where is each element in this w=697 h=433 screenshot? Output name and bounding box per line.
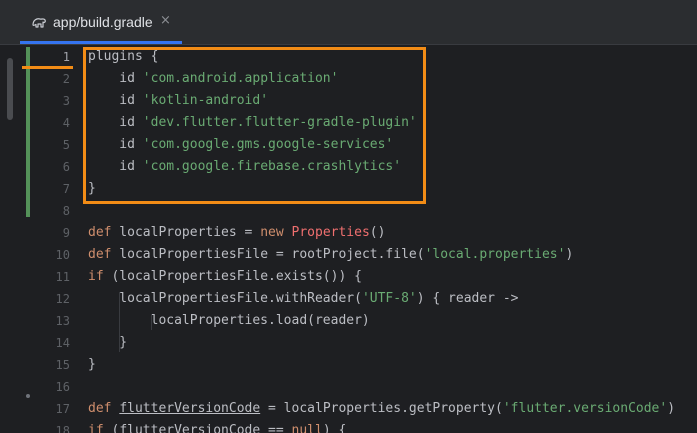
code-line[interactable]: id 'com.google.gms.google-services'	[88, 134, 393, 156]
code-token: id	[88, 93, 143, 108]
code-line[interactable]: id 'kotlin-android'	[88, 90, 268, 112]
line-number: 15	[55, 358, 70, 372]
line-number: 7	[62, 182, 70, 196]
code-token: ) {	[322, 423, 347, 433]
scrollbar-thumb[interactable]	[7, 58, 13, 120]
indent-guide	[119, 292, 120, 352]
code-token: id	[88, 159, 143, 174]
code-token: (	[103, 423, 120, 433]
code-token: if	[88, 423, 104, 433]
code-token: (localPropertiesFile.exists()) {	[103, 269, 362, 284]
line-number: 18	[55, 424, 70, 433]
line-number: 8	[62, 204, 70, 218]
editor-window: app/build.gradle × 1 2 3 4 5 6 7 8 9 10 11 12 13 14 15…	[0, 0, 697, 433]
code-token: localPropertiesFile.withReader(	[88, 291, 362, 306]
code-token: id	[88, 115, 143, 130]
tab-active-indicator	[20, 41, 182, 44]
code-token: 'dev.flutter.flutter-gradle-plugin'	[142, 115, 417, 130]
code-token: null	[291, 423, 323, 433]
code-line[interactable]: id 'dev.flutter.flutter-gradle-plugin'	[88, 112, 417, 134]
code-token: 'com.google.firebase.crashlytics'	[142, 159, 402, 174]
code-token: id	[88, 137, 143, 152]
line-number-gutter: 1 2 3 4 5 6 7 8 9 10 11 12 13 14 15 16 17 18	[20, 45, 82, 433]
code-token: 'com.google.gms.google-services'	[142, 137, 394, 152]
code-line[interactable]: plugins {	[88, 46, 158, 68]
code-line[interactable]: if (flutterVersionCode == null) {	[88, 420, 346, 433]
code-area[interactable]: plugins { id 'com.android.application' i…	[88, 46, 697, 433]
code-token: )	[667, 401, 676, 416]
code-token: )	[565, 247, 574, 262]
line-number: 1	[62, 50, 70, 64]
line-number: 10	[55, 248, 70, 262]
line-number: 14	[55, 336, 70, 350]
code-token: def	[88, 401, 112, 416]
line-number: 2	[62, 72, 70, 86]
code-token: if	[88, 269, 104, 284]
line-number: 3	[62, 94, 70, 108]
line-number: 16	[55, 380, 70, 394]
code-line[interactable]: if (localPropertiesFile.exists()) {	[88, 266, 362, 288]
gradle-elephant-icon	[32, 18, 46, 28]
line-number: 9	[62, 226, 70, 240]
code-token: flutterVersionCode	[119, 401, 261, 416]
close-icon[interactable]: ×	[160, 13, 171, 28]
tab-bar: app/build.gradle ×	[0, 0, 697, 45]
code-token: new	[260, 225, 284, 240]
code-line[interactable]: def flutterVersionCode = localProperties…	[88, 398, 675, 420]
code-token: 'local.properties'	[424, 247, 566, 262]
line-number: 17	[55, 402, 70, 416]
code-token: localProperties.load(reader)	[88, 313, 370, 328]
code-token: 'flutter.versionCode'	[502, 401, 668, 416]
code-token: 'UTF-8'	[361, 291, 417, 306]
code-token: Properties	[291, 225, 370, 240]
code-token: def	[88, 247, 112, 262]
code-line[interactable]: id 'com.android.application'	[88, 68, 338, 90]
code-line[interactable]: localProperties.load(reader)	[88, 310, 370, 332]
code-line[interactable]: id 'com.google.firebase.crashlytics'	[88, 156, 401, 178]
code-line[interactable]: localPropertiesFile.withReader('UTF-8') …	[88, 288, 518, 310]
code-token: 'com.android.application'	[142, 71, 339, 86]
code-token: }	[88, 357, 96, 372]
line-number: 5	[62, 138, 70, 152]
annotation-pointer-line	[22, 66, 73, 69]
code-token: localProperties =	[111, 225, 261, 240]
code-token: plugins {	[88, 49, 159, 64]
code-token: = localProperties.getProperty(	[260, 401, 503, 416]
code-token: flutterVersionCode	[119, 423, 261, 433]
code-token: }	[88, 181, 96, 196]
code-token: }	[88, 335, 128, 350]
line-number: 4	[62, 116, 70, 130]
code-token: ==	[260, 423, 292, 433]
code-token: def	[88, 225, 112, 240]
code-line[interactable]: def localProperties = new Properties()	[88, 222, 385, 244]
code-line[interactable]: def localPropertiesFile = rootProject.fi…	[88, 244, 573, 266]
code-token: localPropertiesFile = rootProject.file(	[111, 247, 425, 262]
line-number: 13	[55, 314, 70, 328]
code-token: ) { reader ->	[416, 291, 519, 306]
code-line[interactable]: }	[88, 332, 127, 354]
code-line[interactable]: }	[88, 354, 96, 376]
code-token: 'kotlin-android'	[142, 93, 269, 108]
line-number: 6	[62, 160, 70, 174]
code-token: id	[88, 71, 143, 86]
tab-build-gradle[interactable]: app/build.gradle ×	[20, 0, 182, 45]
line-number: 12	[55, 292, 70, 306]
tab-label: app/build.gradle	[53, 14, 153, 30]
code-token: ()	[369, 225, 386, 240]
indent-guide	[151, 314, 152, 330]
line-number: 11	[55, 270, 70, 284]
code-line[interactable]: }	[88, 178, 96, 200]
